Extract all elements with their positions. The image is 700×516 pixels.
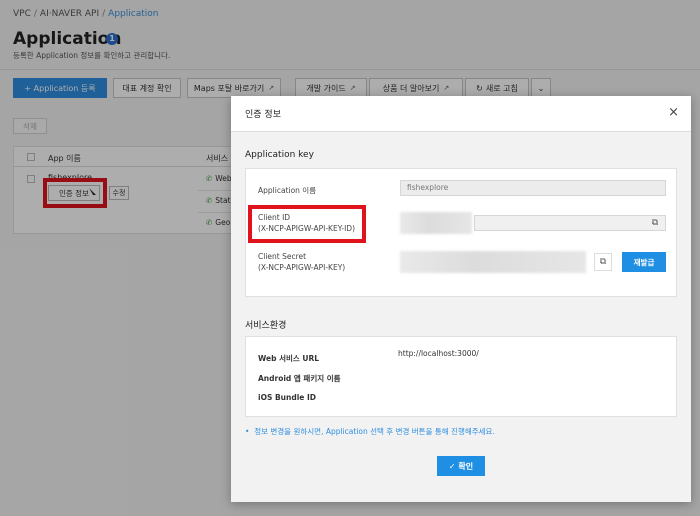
client-secret-label: Client Secret (X-NCP-APIGW-API-KEY) bbox=[258, 251, 345, 273]
notice-text: • 정보 변경을 원하시면, Application 선택 후 변경 버튼을 통… bbox=[245, 426, 495, 437]
ios-bundle-label: iOS Bundle ID bbox=[258, 393, 317, 402]
client-secret-value-masked bbox=[400, 251, 586, 273]
app-name-label: Application 이름 bbox=[258, 186, 317, 195]
app-name-field: fishexplore bbox=[400, 180, 666, 196]
notice-label: 정보 변경을 원하시면, Application 선택 후 변경 버튼을 통해 … bbox=[254, 427, 495, 436]
modal-title: 인증 정보 bbox=[245, 110, 281, 120]
client-secret-title: Client Secret bbox=[258, 252, 307, 261]
copy-icon[interactable]: ⧉ bbox=[594, 253, 612, 271]
confirm-button[interactable]: ✓ 확인 bbox=[437, 456, 485, 476]
web-url-value: http://localhost:3000/ bbox=[398, 349, 479, 358]
close-icon[interactable]: × bbox=[668, 105, 679, 120]
section-title-application-key: Application key bbox=[245, 150, 314, 160]
section-title-service-env: 서비스환경 bbox=[245, 321, 287, 331]
android-package-label: Android 앱 패키지 이름 bbox=[258, 374, 341, 383]
reissue-button[interactable]: 재발급 bbox=[622, 252, 666, 272]
modal-header: 인증 정보 × bbox=[231, 96, 691, 132]
client-id-value-masked bbox=[400, 212, 472, 234]
web-url-label: Web 서비스 URL bbox=[258, 354, 320, 363]
client-id-field bbox=[474, 215, 666, 231]
service-env-card: Web 서비스 URL http://localhost:3000/ Andro… bbox=[245, 336, 677, 417]
copy-icon[interactable]: ⧉ bbox=[646, 214, 664, 232]
bullet-icon: • bbox=[245, 427, 255, 436]
client-secret-subtitle: (X-NCP-APIGW-API-KEY) bbox=[258, 263, 346, 272]
auth-info-modal: 인증 정보 × Application key Application 이름 f… bbox=[231, 96, 691, 502]
highlight-box-client-id bbox=[248, 205, 366, 243]
